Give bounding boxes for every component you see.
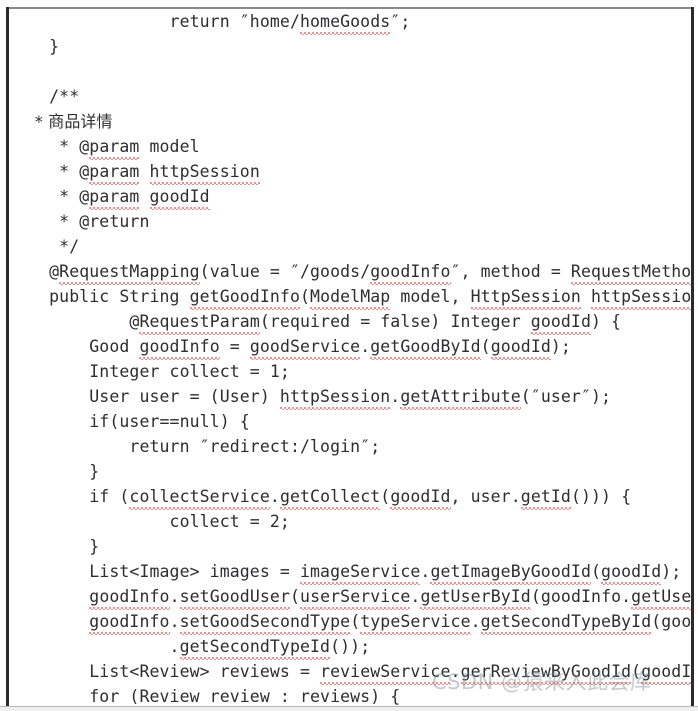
spellcheck-word: goodId xyxy=(641,659,691,685)
code-line: @RequestMapping(value = ″/goods/goodInfo… xyxy=(9,259,691,285)
spellcheck-word: HttpSession xyxy=(470,284,582,310)
document-bottom-edge xyxy=(0,706,698,711)
code-line: * @param model xyxy=(9,134,691,160)
code-line: .getSecondTypeId()); xyxy=(9,634,691,660)
spellcheck-word: httpSession xyxy=(279,384,391,410)
code-line: } xyxy=(9,462,100,481)
code-line: List<Review> reviews = reviewService.ger… xyxy=(9,659,691,685)
spellcheck-word: getUserId xyxy=(631,584,691,610)
spellcheck-word: reviewService xyxy=(320,659,451,685)
spellcheck-word: httpSession xyxy=(149,159,261,185)
spellcheck-word: goodInfo xyxy=(139,334,221,360)
spellcheck-word: setGoodUser xyxy=(179,584,291,610)
spellcheck-word: getSecondTypeById xyxy=(480,609,652,635)
spellcheck-word: param xyxy=(89,134,140,160)
code-block[interactable]: return ″home/homeGoods″; } /** * 商品详情 * … xyxy=(9,9,691,707)
spellcheck-word: setGoodSecondType xyxy=(179,609,351,635)
spellcheck-word: getGoodInfo xyxy=(189,284,301,310)
spellcheck-word: goodInfo xyxy=(89,609,170,635)
code-line: } xyxy=(9,537,100,556)
code-line: return ″redirect:/login″; xyxy=(9,437,381,456)
spellcheck-word: RequestParam xyxy=(139,309,261,335)
spellcheck-word: homeGoods xyxy=(299,9,391,35)
spellcheck-word: httpSession xyxy=(591,284,691,310)
spellcheck-word: goodId xyxy=(530,309,592,335)
spellcheck-word: goodId xyxy=(149,184,210,210)
code-line: if(user==null) { xyxy=(9,412,250,431)
code-screenshot: return ″home/homeGoods″; } /** * 商品详情 * … xyxy=(0,0,698,711)
spellcheck-word: getAttribute xyxy=(400,384,522,410)
code-line: for (Review review : reviews) { xyxy=(9,687,401,706)
code-line: Integer collect = 1; xyxy=(9,362,290,381)
spellcheck-word: goodService xyxy=(249,334,361,360)
spellcheck-word: goodInfo xyxy=(370,259,451,285)
code-line: * @return xyxy=(9,212,150,231)
spellcheck-word: typeService xyxy=(360,609,471,635)
document-right-rule xyxy=(691,7,694,711)
spellcheck-word: imageService xyxy=(299,559,421,585)
spellcheck-word: getGoodById xyxy=(370,334,482,360)
spellcheck-word: param xyxy=(89,159,140,185)
code-line: goodInfo.setGoodSecondType(typeService.g… xyxy=(9,609,691,635)
code-line: if (collectService.getCollect(goodId, us… xyxy=(9,484,691,510)
spellcheck-word: getImageByGoodId xyxy=(430,559,591,585)
spellcheck-word: goodInfo xyxy=(89,584,170,610)
spellcheck-word: getCollect xyxy=(279,484,381,510)
spellcheck-word: getUserById xyxy=(420,584,532,610)
spellcheck-word: param xyxy=(89,184,140,210)
code-line: goodInfo.setGoodUser(userService.getUser… xyxy=(9,584,691,610)
code-line: User user = (User) httpSession.getAttrib… xyxy=(9,384,691,410)
code-line: List<Image> images = imageService.getIma… xyxy=(9,559,691,585)
spellcheck-word: getSecondTypeId xyxy=(179,634,331,660)
code-line: /** xyxy=(9,87,80,106)
spellcheck-word: RequestMapping xyxy=(59,259,201,285)
code-line: @RequestParam(required = false) Integer … xyxy=(9,309,691,335)
spellcheck-word: collectService xyxy=(129,484,271,510)
spellcheck-word: getId xyxy=(520,484,572,510)
code-line: Good goodInfo = goodService.getGoodById(… xyxy=(9,334,691,360)
code-line: * @param goodId xyxy=(9,184,691,210)
code-line: * @param httpSession xyxy=(9,159,691,185)
code-line: return ″home/homeGoods″; xyxy=(9,9,691,35)
spellcheck-word: RequestMethod xyxy=(570,259,691,285)
spellcheck-word: goodId xyxy=(390,484,451,510)
spellcheck-word: gerReviewByGoodId xyxy=(460,659,632,685)
code-line: } xyxy=(9,37,60,56)
spellcheck-word: userService xyxy=(300,584,411,610)
code-line: */ xyxy=(9,237,80,256)
clipped-spellcheck-squiggles xyxy=(470,0,698,5)
code-line: * 商品详情 xyxy=(9,112,113,131)
spellcheck-word: goodId xyxy=(601,559,662,585)
code-line: collect = 2; xyxy=(9,512,290,531)
spellcheck-word: goodId xyxy=(490,334,552,360)
spellcheck-word: ModelMap xyxy=(310,284,391,310)
code-line: public String getGoodInfo(ModelMap model… xyxy=(9,284,691,310)
